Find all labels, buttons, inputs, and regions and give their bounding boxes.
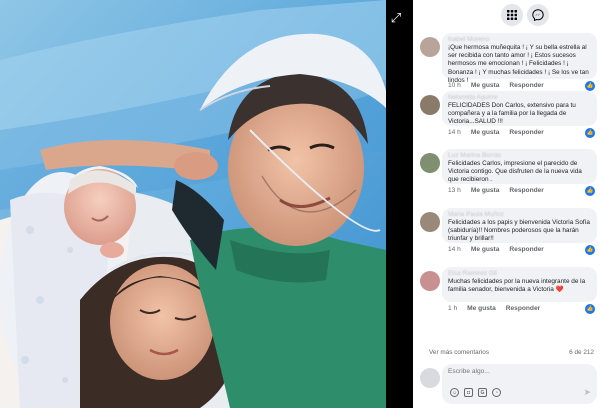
- like-reaction-icon[interactable]: 👍: [585, 245, 595, 255]
- comment-bubble: Isabel Moreno ¡Que hermosa muñequita ! ¡ …: [442, 33, 597, 84]
- grid-menu-icon[interactable]: [501, 4, 523, 26]
- like-reaction-icon[interactable]: 👍: [585, 81, 595, 91]
- comment-author[interactable]: Luz Marina Borrás: [448, 152, 591, 160]
- like-button[interactable]: Me gusta: [471, 82, 500, 89]
- commenter-avatar[interactable]: [420, 37, 440, 57]
- comment-author[interactable]: Isabel Moreno: [448, 36, 591, 44]
- more-comments-row: Ver más comentarios 6 de 212: [429, 349, 594, 356]
- comment-text: Felicidades Carlos, impresione el pareci…: [448, 160, 582, 184]
- sticker-icon[interactable]: ◔: [492, 388, 501, 397]
- commenter-avatar[interactable]: [420, 153, 440, 173]
- send-icon[interactable]: ➤: [583, 387, 591, 398]
- messenger-icon[interactable]: [527, 4, 549, 26]
- like-reaction-icon[interactable]: 👍: [585, 128, 595, 138]
- comment-actions: 1 h Me gusta Responder: [448, 305, 550, 312]
- comment-time: 14 h: [448, 129, 461, 136]
- reply-button[interactable]: Responder: [509, 129, 543, 136]
- camera-icon[interactable]: ◘: [464, 388, 473, 397]
- comment-bubble: Elsa Ramírez Gil Muchas felicidades por l…: [442, 267, 597, 302]
- comment-actions: 14 h Me gusta Responder: [448, 246, 554, 253]
- comment-pager: 6 de 212: [569, 349, 594, 356]
- comment-item: Elsa Ramírez Gil Muchas felicidades por l…: [413, 267, 600, 326]
- comment-author[interactable]: Elsa Ramírez Gil: [448, 270, 591, 278]
- comment-time: 1 h: [448, 305, 458, 312]
- comment-time: 10 h: [448, 82, 461, 89]
- photo-illustration: [0, 0, 386, 408]
- comment-text: Felicidades a los papis y bienvenida Vic…: [448, 219, 590, 243]
- current-user-avatar: [420, 368, 440, 388]
- comment-text: Muchas felicidades por la nueva integran…: [448, 278, 586, 294]
- like-button[interactable]: Me gusta: [467, 305, 496, 312]
- like-reaction-icon[interactable]: 👍: [585, 304, 595, 314]
- comment-author[interactable]: Maria Paula Muñoz: [448, 211, 591, 219]
- comments-sidebar: Isabel Moreno ¡Que hermosa muñequita ! ¡ …: [413, 0, 600, 408]
- comment-time: 13 h: [448, 187, 461, 194]
- reply-button[interactable]: Responder: [506, 305, 540, 312]
- like-reaction-icon[interactable]: 👍: [585, 186, 595, 196]
- comment-item: Isabel Moreno ¡Que hermosa muñequita ! ¡ …: [413, 33, 600, 92]
- reply-button[interactable]: Responder: [509, 82, 543, 89]
- like-button[interactable]: Me gusta: [471, 129, 500, 136]
- commenter-avatar[interactable]: [420, 95, 440, 115]
- reply-button[interactable]: Responder: [509, 187, 543, 194]
- comment-bubble: Maria Paula Muñoz Felicidades a los papis…: [442, 208, 597, 243]
- comment-bubble: Nelsmida Aguirre FELICIDADES Don Carlos, …: [442, 91, 597, 126]
- comment-actions: 10 h Me gusta Responder: [448, 82, 554, 89]
- reply-button[interactable]: Responder: [509, 246, 543, 253]
- commenter-avatar[interactable]: [420, 212, 440, 232]
- comment-item: Maria Paula Muñoz Felicidades a los papis…: [413, 208, 600, 267]
- comment-actions: 14 h Me gusta Responder: [448, 129, 554, 136]
- comment-author[interactable]: Nelsmida Aguirre: [448, 94, 591, 102]
- expand-icon[interactable]: ⤢: [388, 10, 404, 26]
- comment-item: Luz Marina Borrás Felicidades Carlos, imp…: [413, 149, 600, 208]
- gif-icon[interactable]: G: [478, 388, 487, 397]
- emoji-icon[interactable]: ☺: [450, 388, 459, 397]
- comment-actions: 13 h Me gusta Responder: [448, 187, 554, 194]
- commenter-avatar[interactable]: [420, 271, 440, 291]
- sidebar-top-bar: [413, 0, 600, 30]
- like-button[interactable]: Me gusta: [471, 187, 500, 194]
- composer-tools: ☺ ◘ G ◔: [450, 388, 501, 397]
- comment-bubble: Luz Marina Borrás Felicidades Carlos, imp…: [442, 149, 597, 184]
- like-button[interactable]: Me gusta: [471, 246, 500, 253]
- comment-text: FELICIDADES Don Carlos, extensivo para t…: [448, 102, 576, 126]
- comment-item: Nelsmida Aguirre FELICIDADES Don Carlos, …: [413, 91, 600, 150]
- comment-text: ¡Que hermosa muñequita ! ¡ Y su bella es…: [448, 44, 589, 84]
- comment-input[interactable]: [448, 368, 588, 375]
- post-photo[interactable]: [0, 0, 386, 408]
- more-comments-link[interactable]: Ver más comentarios: [429, 349, 489, 356]
- comment-composer[interactable]: ☺ ◘ G ◔ ➤: [442, 364, 597, 404]
- comment-time: 14 h: [448, 246, 461, 253]
